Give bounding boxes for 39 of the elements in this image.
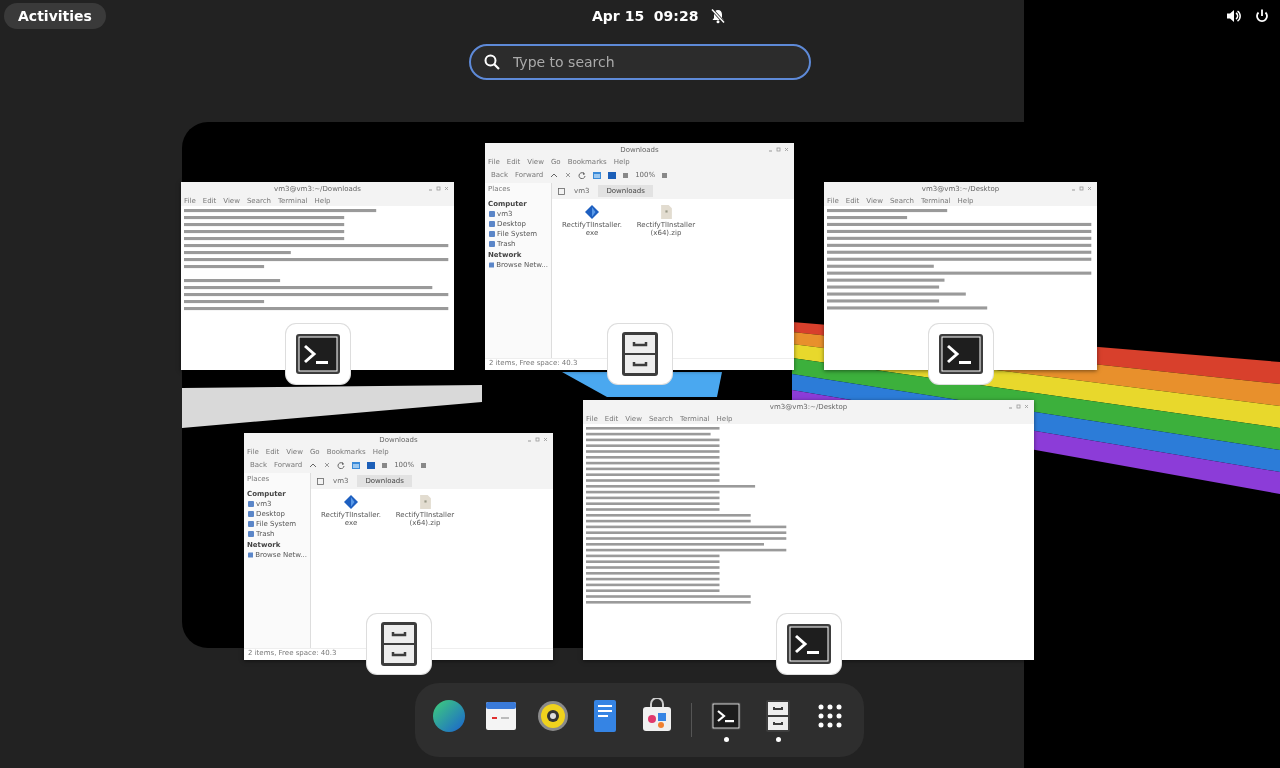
document-icon	[660, 205, 672, 219]
up-icon	[309, 462, 318, 468]
volume-icon	[1226, 8, 1242, 24]
search-icon	[483, 53, 501, 71]
disc-icon	[535, 698, 571, 734]
monitor-icon	[608, 171, 617, 179]
running-dot	[723, 737, 729, 742]
folder-view-icon	[352, 461, 361, 469]
window-controls-icon	[428, 186, 450, 192]
reload-icon	[578, 171, 587, 179]
window-controls-icon	[1008, 404, 1030, 410]
window-controls-icon	[1071, 186, 1093, 192]
zoom-in-icon	[662, 172, 668, 178]
power-icon	[1254, 8, 1270, 24]
reload-icon	[337, 461, 346, 469]
running-dot	[775, 737, 781, 742]
folder-icon	[489, 262, 495, 268]
folder-view-icon	[593, 171, 602, 179]
window-controls-icon	[768, 147, 790, 153]
close-icon	[324, 462, 331, 468]
clock-button[interactable]: Apr 15 09:28	[592, 8, 699, 24]
globe-icon	[431, 698, 467, 734]
search-field[interactable]: Type to search	[469, 44, 811, 80]
folder-icon	[248, 552, 254, 558]
window-thumbnail[interactable]	[485, 143, 794, 370]
activities-button[interactable]: Activities	[4, 3, 106, 29]
location-icon	[317, 477, 324, 485]
up-icon	[550, 172, 559, 178]
close-icon	[565, 172, 572, 178]
window-controls-icon	[527, 437, 549, 443]
zoom-out-icon	[623, 172, 629, 178]
monitor-icon	[367, 461, 376, 469]
zoom-out-icon	[382, 462, 388, 468]
document-icon	[419, 495, 431, 509]
diamond-icon	[585, 205, 599, 219]
window-thumbnail[interactable]	[244, 433, 553, 660]
location-icon	[558, 187, 565, 195]
diamond-icon	[344, 495, 358, 509]
zoom-in-icon	[421, 462, 427, 468]
